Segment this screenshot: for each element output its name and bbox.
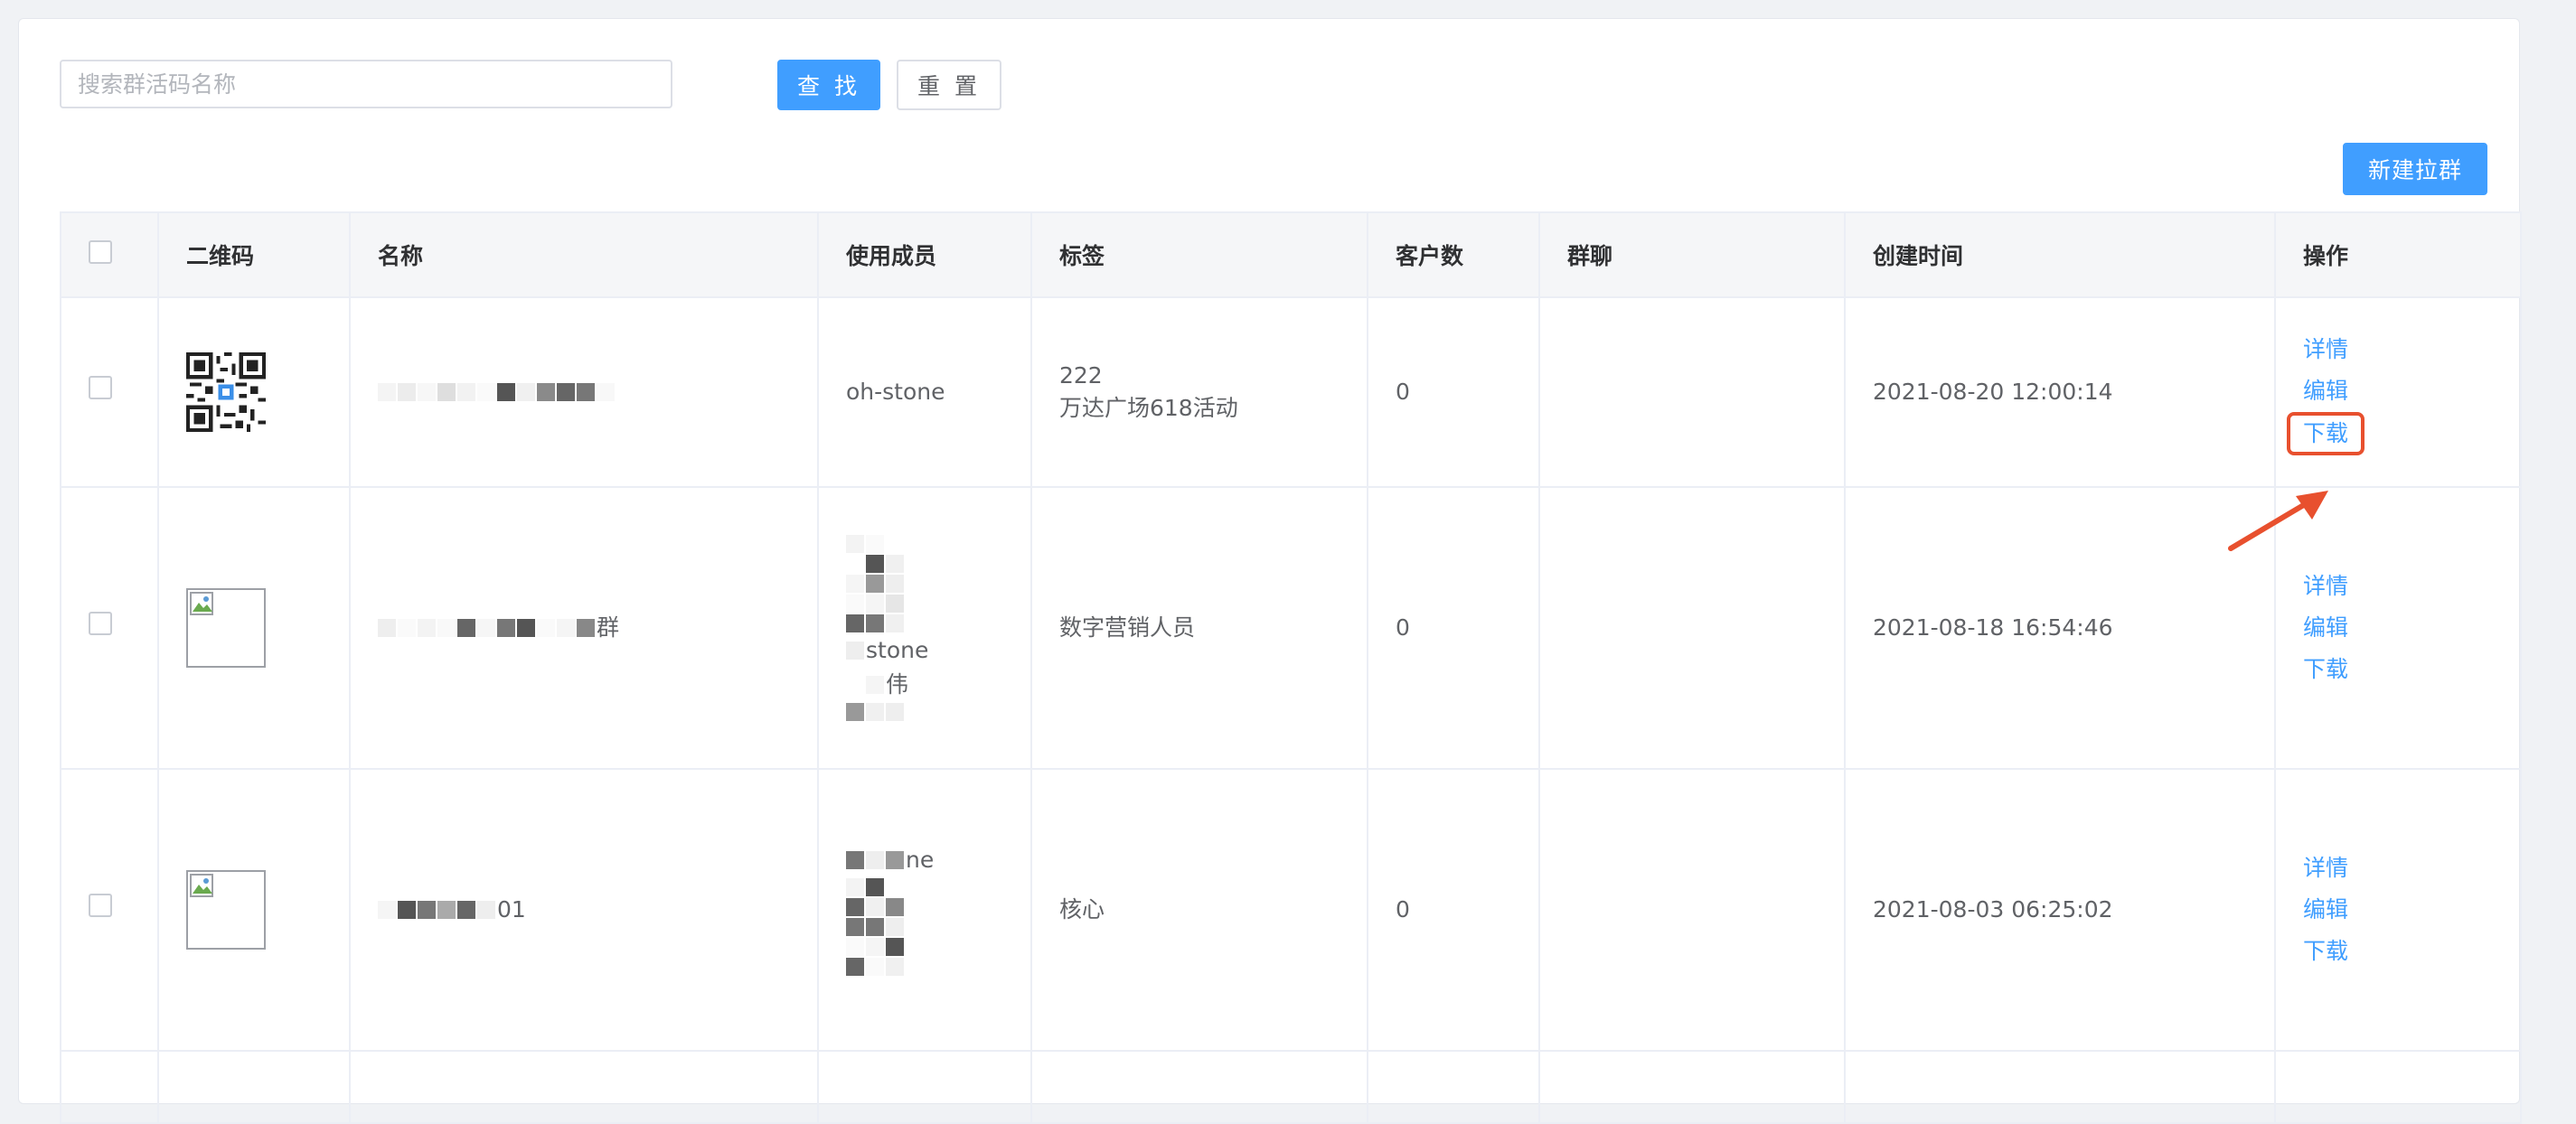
tag: 数字营销人员 — [1059, 614, 1196, 641]
name-suffix: 01 — [497, 896, 526, 923]
member-name: ne — [906, 847, 935, 873]
highlight-annotation: 下载 — [2287, 412, 2365, 455]
qr-code-icon[interactable] — [186, 352, 266, 432]
members-cell: oh-stone — [817, 296, 1032, 488]
actions-cell: 详情 编辑 下载 — [2274, 296, 2522, 488]
member-name: oh-stone — [846, 379, 945, 405]
members-cell: ne — [817, 768, 1032, 1052]
row-checkbox[interactable] — [89, 894, 112, 917]
member-name: 伟 — [886, 671, 909, 698]
column-header-name: 名称 — [349, 211, 819, 298]
edit-link[interactable]: 编辑 — [2303, 607, 2493, 649]
broken-image-icon[interactable] — [186, 870, 266, 950]
row-checkbox[interactable] — [89, 612, 112, 635]
qr-cell — [157, 486, 351, 770]
table-row: oh-stone 222 万达广场618活动 0 2021-08-20 12:0… — [60, 296, 2522, 488]
row-select-cell — [60, 486, 159, 770]
tag: 万达广场618活动 — [1059, 395, 1238, 421]
customer-count-cell: 0 — [1367, 768, 1540, 1052]
select-all-cell — [60, 211, 159, 298]
qr-cell — [157, 768, 351, 1052]
group-chat-cell — [1538, 486, 1846, 770]
row-checkbox[interactable] — [89, 376, 112, 399]
name-cell: 群 — [349, 486, 819, 770]
customer-count-cell: 0 — [1367, 486, 1540, 770]
tags-cell: 核心 — [1030, 768, 1368, 1052]
search-input[interactable] — [60, 60, 672, 108]
redacted-name: 群 — [378, 612, 790, 644]
group-chat-cell — [1538, 296, 1846, 488]
redacted-name: 01 — [378, 894, 790, 926]
row-select-cell — [60, 296, 159, 488]
tags-cell: 数字营销人员 — [1030, 486, 1368, 770]
edit-link[interactable]: 编辑 — [2303, 370, 2493, 412]
redacted-members: stone 伟 — [846, 535, 1003, 721]
table-header: 二维码 名称 使用成员 标签 客户数 群聊 创建时间 操作 — [60, 211, 2522, 298]
download-link[interactable]: 下载 — [2303, 931, 2493, 972]
broken-image-icon[interactable] — [186, 588, 266, 668]
column-header-group-chat: 群聊 — [1538, 211, 1846, 298]
name-cell — [349, 296, 819, 488]
name-suffix: 群 — [597, 614, 620, 641]
download-link[interactable]: 下载 — [2303, 649, 2493, 690]
group-qr-table: 二维码 名称 使用成员 标签 客户数 群聊 创建时间 操作 oh-stone 2… — [60, 211, 2522, 1124]
table-row: 群 stone 伟 数字营销人员 0 2021-08-18 16:54:46 详… — [60, 486, 2522, 770]
redacted-members: ne — [846, 844, 1003, 976]
qr-cell — [157, 296, 351, 488]
create-group-button[interactable]: 新建拉群 — [2343, 143, 2487, 195]
column-header-actions: 操作 — [2274, 211, 2522, 298]
tag: 核心 — [1059, 896, 1105, 923]
created-time-cell: 2021-08-20 12:00:14 — [1844, 296, 2276, 488]
created-time-cell: 2021-08-18 16:54:46 — [1844, 486, 2276, 770]
annotation-arrow-icon — [2228, 491, 2328, 551]
redacted-name — [378, 383, 790, 401]
column-header-created: 创建时间 — [1844, 211, 2276, 298]
tags-cell: 222 万达广场618活动 — [1030, 296, 1368, 488]
column-header-qr: 二维码 — [157, 211, 351, 298]
column-header-tags: 标签 — [1030, 211, 1368, 298]
detail-link[interactable]: 详情 — [2303, 848, 2493, 889]
customer-count-cell: 0 — [1367, 296, 1540, 488]
column-header-customers: 客户数 — [1367, 211, 1540, 298]
member-name: stone — [866, 637, 929, 663]
detail-link[interactable]: 详情 — [2303, 329, 2493, 370]
edit-link[interactable]: 编辑 — [2303, 889, 2493, 931]
created-time-cell: 2021-08-03 06:25:02 — [1844, 768, 2276, 1052]
detail-link[interactable]: 详情 — [2303, 566, 2493, 607]
row-select-cell — [60, 768, 159, 1052]
table-row — [60, 1050, 2522, 1124]
search-button[interactable]: 查 找 — [777, 60, 880, 110]
table-row: 01 ne 核心 0 2021-08-03 06:25:02 详情 编辑 下载 — [60, 768, 2522, 1052]
download-link[interactable]: 下载 — [2303, 417, 2348, 450]
group-chat-cell — [1538, 768, 1846, 1052]
members-cell: stone 伟 — [817, 486, 1032, 770]
column-header-members: 使用成员 — [817, 211, 1032, 298]
reset-button[interactable]: 重 置 — [897, 60, 1001, 110]
actions-cell: 详情 编辑 下载 — [2274, 768, 2522, 1052]
name-cell: 01 — [349, 768, 819, 1052]
tag: 222 — [1059, 362, 1103, 389]
select-all-checkbox[interactable] — [89, 240, 112, 264]
